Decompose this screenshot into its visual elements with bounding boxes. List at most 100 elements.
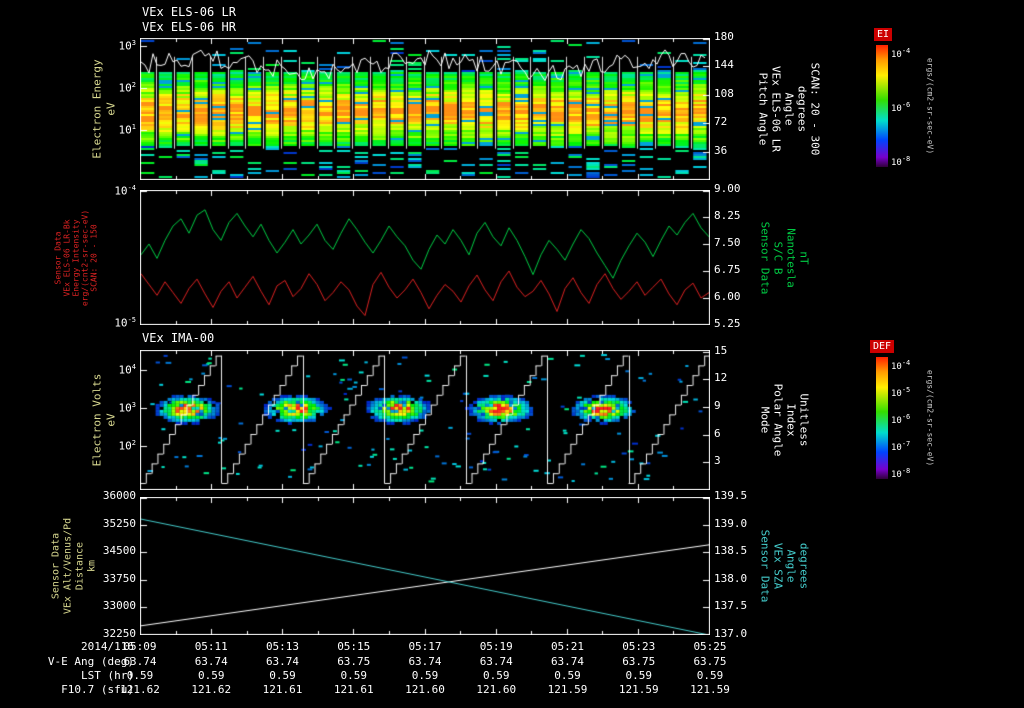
ima-right-axis-label: Mode [758, 406, 772, 434]
date-label: 2014/116 [81, 640, 134, 653]
right-tick-label: 7.50 [714, 236, 741, 249]
orbit-y-axis-label: km [86, 559, 98, 573]
els-colorbar-unit-label: ergs/(cm2-sr-sec-eV) [925, 57, 935, 155]
row-value: 63.75 [622, 655, 656, 668]
ima-colorbar [876, 357, 888, 479]
sensor-lines-canvas [140, 190, 710, 325]
time-tick-label: 05:19 [479, 640, 513, 653]
scb-right-axis-label: nT [797, 250, 811, 265]
orbit-lines-canvas [140, 497, 710, 635]
ima-y-axis-label: eV [104, 413, 118, 427]
time-tick-label: 05:25 [693, 640, 727, 653]
y-tick-label: 35250 [102, 516, 136, 530]
els-y-axis-label: Electron Energy [90, 59, 104, 159]
y-tick-label: 33000 [102, 599, 136, 613]
els-bk-y-axis-label: VEx ELS-06 LR-Bk [62, 218, 72, 297]
time-tick-label: 05:21 [550, 640, 585, 653]
y-tick-label: 33750 [102, 571, 136, 585]
scb-right-axis-label: S/C B [771, 240, 785, 275]
right-tick-label: 3 [714, 454, 721, 468]
els-right-axis-label: degrees [795, 85, 809, 133]
right-tick-label: 9.00 [714, 182, 741, 195]
row-value: 63.75 [693, 655, 727, 668]
sza-right-axis-label: degrees [797, 542, 811, 590]
def-colorbar-badge: DEF [870, 340, 895, 353]
ima-right-axis-label: Unitless [797, 393, 811, 447]
colorbar-ei-badge: EI [874, 28, 893, 41]
plot-page: VEx ELS-06 LR VEx ELS-06 HR VEx IMA-00 E… [0, 0, 1024, 708]
els-bk-y-axis-label: SCAN: 20 - 150 [89, 223, 99, 292]
row-value: 121.62 [191, 683, 232, 696]
right-tick-label: 6.75 [714, 263, 741, 276]
right-tick-label: 36 [714, 143, 728, 157]
right-tick-label: 180 [714, 30, 734, 43]
right-tick-label: 144 [714, 58, 734, 72]
time-tick-label: 05:13 [265, 640, 300, 653]
row-value: 63.74 [265, 655, 300, 668]
right-tick-label: 108 [714, 86, 734, 100]
row-value: 0.59 [269, 669, 296, 682]
els-bk-y-axis-label: Sensor Data [53, 231, 63, 284]
row-value: 0.59 [554, 669, 581, 682]
y-tick-label: 102 [118, 438, 136, 453]
els-colorbar-tick: 10-8 [891, 155, 911, 168]
y-tick-label: 32250 [102, 627, 136, 640]
orbit-y-axis-label: Sensor Data [50, 532, 62, 600]
row-value: 121.61 [333, 683, 374, 696]
time-tick-label: 05:09 [123, 640, 157, 653]
row-value: 0.59 [126, 669, 154, 682]
ima-right-axis-label: Polar Angle [771, 383, 785, 457]
y-tick-label: 103 [118, 39, 136, 53]
row-value: 0.59 [625, 669, 653, 682]
y-tick-label: 10-4 [114, 184, 136, 198]
right-tick-label: 138.0 [714, 571, 748, 585]
row-value: 121.62 [120, 683, 160, 696]
right-tick-label: 6 [714, 426, 721, 440]
sza-right-axis-label: Angle [784, 549, 798, 583]
row-value: 63.74 [479, 655, 513, 668]
ima-colorbar-tick: 10-6 [891, 413, 911, 426]
row-value: 0.59 [696, 669, 724, 682]
scb-right-axis-label: Sensor Data [758, 221, 772, 294]
row-value: 63.74 [408, 655, 442, 668]
row-value: 0.59 [340, 669, 368, 682]
orbit-y-axis-label: VEx Alt/Venus/Pd [62, 517, 74, 615]
y-tick-label: 102 [118, 81, 136, 95]
right-tick-label: 9 [714, 399, 721, 413]
ima-y-axis-label: Electron Volts [90, 373, 104, 467]
els-bk-y-axis-label: Energy Intensity [71, 218, 81, 297]
panel1-title-line1: VEx ELS-06 LR [142, 5, 236, 19]
right-tick-label: 15 [714, 343, 728, 357]
ima-colorbar-tick: 10-8 [891, 467, 911, 480]
ima-right-axis-label: Index [784, 403, 798, 437]
els-colorbar-tick: 10-4 [891, 47, 911, 60]
ima-spectrogram-canvas [140, 350, 710, 490]
els-spectrogram-canvas [140, 38, 710, 180]
row-value: 121.59 [690, 683, 730, 696]
y-tick-label: 10-5 [114, 316, 136, 330]
time-tick-label: 05:11 [194, 640, 228, 653]
y-tick-label: 104 [118, 363, 136, 377]
row-value: 63.74 [550, 655, 585, 668]
ima-colorbar-unit-label: ergs/(cm2-sr-sec-eV) [925, 369, 935, 467]
scb-right-axis-label: Nanotesla [784, 227, 798, 288]
right-tick-label: 12 [714, 371, 728, 385]
sza-right-axis-label: VEx SZA [771, 542, 785, 590]
time-tick-label: 05:23 [622, 640, 656, 653]
right-tick-label: 137.5 [714, 599, 748, 613]
els-bk-y-axis-label: erg/(cnt2-sr-sec-eV) [80, 209, 90, 306]
row-value: 0.59 [198, 669, 225, 682]
els-right-axis-label: Pitch Angle [756, 72, 770, 146]
row-value: 121.60 [476, 683, 517, 696]
panel3-title: VEx IMA-00 [142, 331, 215, 345]
time-tick-label: 05:15 [337, 640, 371, 653]
right-tick-label: 139.5 [714, 489, 748, 502]
row-value: 63.75 [337, 655, 371, 668]
sza-right-axis-label: Sensor Data [758, 529, 772, 603]
row-value: 63.74 [123, 655, 157, 668]
right-tick-label: 5.25 [714, 317, 741, 330]
row-value: 63.74 [194, 655, 228, 668]
panel1-title-line2: VEx ELS-06 HR [142, 20, 236, 34]
row-value: 121.61 [262, 683, 303, 696]
right-tick-label: 72 [714, 115, 728, 129]
